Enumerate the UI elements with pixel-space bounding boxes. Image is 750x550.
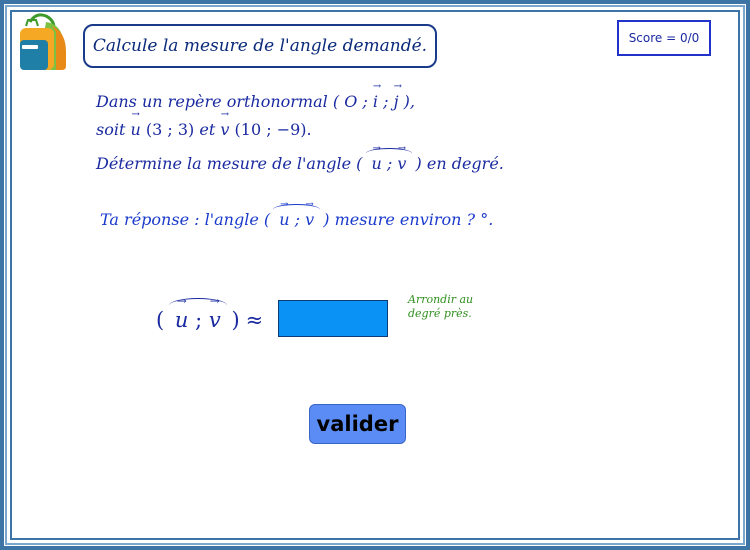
line1-separator-2: ; [383,92,389,111]
angle-answer-input[interactable] [278,300,388,337]
answer-vector-u: u [175,294,189,332]
answer-close-paren: ) [231,308,240,332]
line4-prefix: Ta réponse : l'angle ( [100,210,271,229]
line4-suffix: ) mesure environ ? °. [323,210,494,229]
instruction-title-text: Calcule la mesure de l'angle demandé. [92,36,428,56]
rounding-hint: Arrondir au degré près. [408,293,474,320]
statement-line-1: Dans un repère orthonormal ( O ; i ; j )… [96,81,415,111]
line3-suffix: ) en degré. [415,154,504,173]
line1-separator-1: ; [362,92,368,111]
score-badge: Score = 0/0 [617,20,711,56]
backpack-icon [16,12,70,72]
answer-angle-hat: u ; v [168,294,227,332]
response-separator: ; [294,210,300,229]
statement-line-3: Détermine la mesure de l'angle ( u ; v )… [96,143,504,173]
answer-separator: ; [195,308,203,332]
response-angle-hat: u ; v [273,199,321,229]
vector-v-coords: (10 ; −9). [234,120,312,139]
angle-vector-v: v [397,143,406,173]
vector-v: v [220,109,229,139]
vector-j: j [394,81,399,111]
answer-vector-v: v [209,294,221,332]
approx-symbol: ≈ [245,308,264,332]
response-vector-u: u [279,199,290,229]
answer-expression: ( u ; v ) ≈ [156,294,264,340]
angle-vector-u: u [372,143,383,173]
validate-button[interactable]: valider [309,404,406,444]
line3-prefix: Détermine la mesure de l'angle ( [96,154,363,173]
answer-open-paren: ( [156,308,165,332]
line2-prefix: soit [96,120,126,139]
vector-u: u [130,109,141,139]
angle-separator: ; [386,154,393,173]
line1-suffix: ), [403,92,415,111]
response-vector-v: v [305,199,314,229]
vector-i: i [373,81,378,111]
statement-line-4: Ta réponse : l'angle ( u ; v ) mesure en… [100,199,494,229]
statement-line-2: soit u (3 ; 3) et v (10 ; −9). [96,109,312,139]
validate-button-label: valider [316,412,399,436]
line1-origin: O [344,92,358,111]
angle-hat: u ; v [365,143,413,173]
score-text: Score = 0/0 [628,31,700,45]
line2-conjunction: et [199,120,216,139]
vector-u-coords: (3 ; 3) [145,120,195,139]
instruction-title: Calcule la mesure de l'angle demandé. [83,24,437,68]
